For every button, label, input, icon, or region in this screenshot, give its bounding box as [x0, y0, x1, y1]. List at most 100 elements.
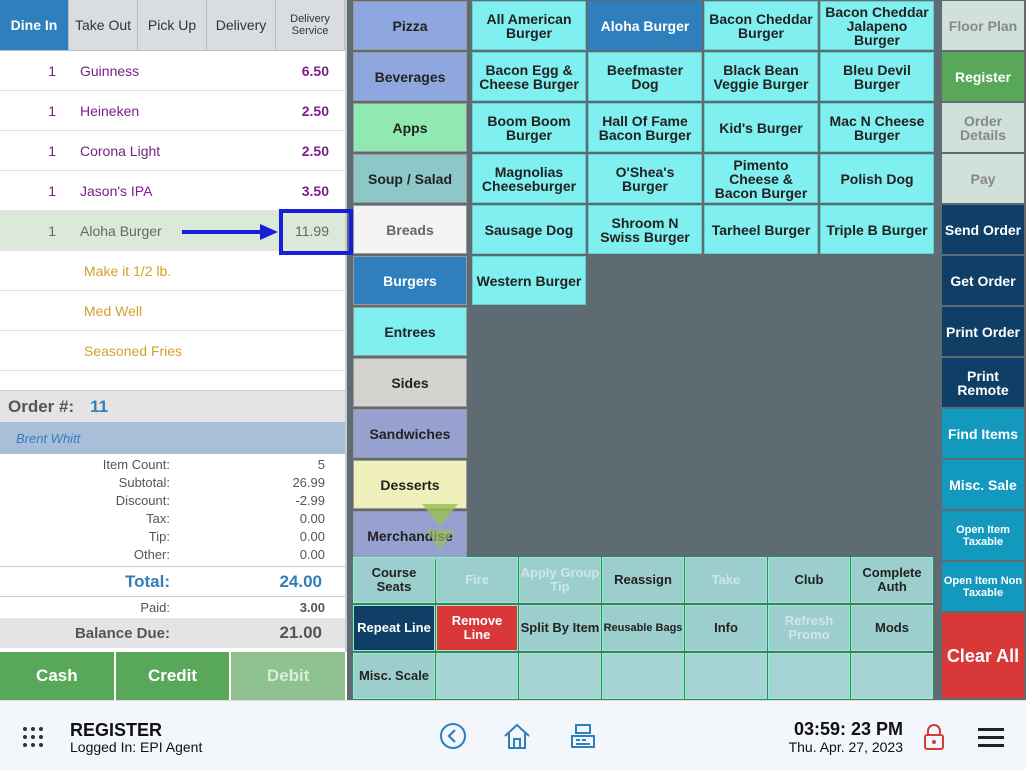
- fire-button[interactable]: Fire: [436, 557, 518, 603]
- item-price: 2.50: [301, 142, 329, 159]
- menu-item-button[interactable]: Bacon Cheddar Jalapeno Burger: [820, 1, 934, 50]
- menu-item-button[interactable]: All American Burger: [472, 1, 586, 50]
- apply-group-tip-button[interactable]: Apply Group Tip: [519, 557, 601, 603]
- menu-item-button[interactable]: Kid's Burger: [704, 103, 818, 152]
- cash-register-icon[interactable]: [568, 721, 598, 751]
- order-item-row[interactable]: 1 Heineken 2.50: [0, 91, 345, 131]
- payment-buttons: Cash Credit Debit: [0, 652, 348, 700]
- back-icon[interactable]: [438, 721, 468, 751]
- cash-button[interactable]: Cash: [0, 652, 116, 700]
- category-breads[interactable]: Breads: [353, 205, 467, 254]
- refresh-promo-button[interactable]: Refresh Promo: [768, 605, 850, 651]
- complete-auth-button[interactable]: Complete Auth: [851, 557, 933, 603]
- category-entrees[interactable]: Entrees: [353, 307, 467, 356]
- order-panel: Dine In Take Out Pick Up Delivery Delive…: [0, 0, 348, 700]
- reusable-bags-button[interactable]: Reusable Bags: [602, 605, 684, 651]
- menu-item-button[interactable]: Pimento Cheese & Bacon Burger: [704, 154, 818, 203]
- menu-item-button[interactable]: Tarheel Burger: [704, 205, 818, 254]
- category-soup-salad[interactable]: Soup / Salad: [353, 154, 467, 203]
- course-seats-button[interactable]: Course Seats: [353, 557, 435, 603]
- reassign-button[interactable]: Reassign: [602, 557, 684, 603]
- empty-action-slot: [768, 653, 850, 699]
- menu-item-button[interactable]: Aloha Burger: [588, 1, 702, 50]
- apps-grid-icon[interactable]: [22, 726, 44, 748]
- menu-item-button[interactable]: Mac N Cheese Burger: [820, 103, 934, 152]
- lock-icon[interactable]: [922, 723, 946, 751]
- register-button[interactable]: Register: [942, 52, 1024, 101]
- menu-item-button[interactable]: Triple B Burger: [820, 205, 934, 254]
- misc-scale-button[interactable]: Misc. Scale: [353, 653, 435, 699]
- debit-button[interactable]: Debit: [231, 652, 348, 700]
- info-button[interactable]: Info: [685, 605, 767, 651]
- item-qty: 1: [48, 142, 56, 159]
- home-icon[interactable]: [502, 721, 532, 751]
- menu-item-button[interactable]: Beefmaster Dog: [588, 52, 702, 101]
- category-desserts[interactable]: Desserts: [353, 460, 467, 509]
- print-order-button[interactable]: Print Order: [942, 307, 1024, 356]
- tab-delivery[interactable]: Delivery: [207, 0, 276, 51]
- category-beverages[interactable]: Beverages: [353, 52, 467, 101]
- remove-line-button[interactable]: Remove Line: [436, 605, 518, 651]
- clear-all-button[interactable]: Clear All: [942, 613, 1024, 698]
- menu-item-button[interactable]: Bacon Egg & Cheese Burger: [472, 52, 586, 101]
- paid-label: Paid:: [140, 600, 170, 615]
- take-button[interactable]: Take: [685, 557, 767, 603]
- tab-take-out[interactable]: Take Out: [69, 0, 138, 51]
- print-remote-button[interactable]: Print Remote: [942, 358, 1024, 407]
- menu-item-button[interactable]: Bacon Cheddar Burger: [704, 1, 818, 50]
- misc-sale-button[interactable]: Misc. Sale: [942, 460, 1024, 509]
- menu-item-button[interactable]: Shroom N Swiss Burger: [588, 205, 702, 254]
- club-button[interactable]: Club: [768, 557, 850, 603]
- send-order-button[interactable]: Send Order: [942, 205, 1024, 254]
- pay-button[interactable]: Pay: [942, 154, 1024, 203]
- category-burgers[interactable]: Burgers: [353, 256, 467, 305]
- order-modifier-row[interactable]: Make it 1/2 lb.: [0, 251, 345, 291]
- order-item-row[interactable]: 1 Jason's IPA 3.50: [0, 171, 345, 211]
- menu-item-button[interactable]: Polish Dog: [820, 154, 934, 203]
- category-pizza[interactable]: Pizza: [353, 1, 467, 50]
- item-qty: 1: [48, 182, 56, 199]
- totals-row: Discount: -2.99: [0, 493, 345, 511]
- repeat-line-button[interactable]: Repeat Line: [353, 605, 435, 651]
- open-item-taxable-button[interactable]: Open Item Taxable: [942, 511, 1024, 560]
- mods-button[interactable]: Mods: [851, 605, 933, 651]
- tab-delivery-service[interactable]: Delivery Service: [276, 0, 345, 51]
- floor-plan-button[interactable]: Floor Plan: [942, 1, 1024, 50]
- tab-dine-in[interactable]: Dine In: [0, 0, 69, 51]
- order-number-label: Order #:: [8, 396, 75, 416]
- get-order-button[interactable]: Get Order: [942, 256, 1024, 305]
- item-price: 2.50: [301, 102, 329, 119]
- order-item-row[interactable]: 1 Corona Light 2.50: [0, 131, 345, 171]
- item-qty: 1: [48, 222, 56, 239]
- category-sandwiches[interactable]: Sandwiches: [353, 409, 467, 458]
- menu-item-button[interactable]: Bleu Devil Burger: [820, 52, 934, 101]
- credit-button[interactable]: Credit: [115, 652, 232, 700]
- menu-item-button[interactable]: Black Bean Veggie Burger: [704, 52, 818, 101]
- item-name: Corona Light: [80, 142, 161, 159]
- totals-row: Tip: 0.00: [0, 529, 345, 547]
- scroll-down-icon[interactable]: [422, 504, 458, 550]
- order-item-row[interactable]: 1 Guinness 6.50: [0, 51, 345, 91]
- category-sides[interactable]: Sides: [353, 358, 467, 407]
- order-modifier-row[interactable]: Med Well: [0, 291, 345, 331]
- tab-pick-up[interactable]: Pick Up: [138, 0, 207, 51]
- totals-summary: Item Count: 5 Subtotal: 26.99 Discount: -2.…: [0, 454, 345, 566]
- find-items-button[interactable]: Find Items: [942, 409, 1024, 458]
- open-item-non-taxable-button[interactable]: Open Item Non Taxable: [942, 562, 1024, 611]
- menu-item-button[interactable]: Hall Of Fame Bacon Burger: [588, 103, 702, 152]
- order-modifier-row[interactable]: Seasoned Fries: [0, 331, 345, 371]
- customer-name[interactable]: Brent Whitt: [0, 422, 345, 454]
- totals-row: Subtotal: 26.99: [0, 475, 345, 493]
- hamburger-menu-icon[interactable]: [978, 726, 1004, 748]
- menu-item-button[interactable]: O'Shea's Burger: [588, 154, 702, 203]
- category-apps[interactable]: Apps: [353, 103, 467, 152]
- annotation-arrow-icon: [182, 224, 278, 240]
- empty-action-slot: [602, 653, 684, 699]
- pos-app: Dine In Take Out Pick Up Delivery Delive…: [0, 0, 1026, 770]
- menu-item-button[interactable]: Magnolias Cheeseburger: [472, 154, 586, 203]
- menu-item-button[interactable]: Sausage Dog: [472, 205, 586, 254]
- split-by-item-button[interactable]: Split By Item: [519, 605, 601, 651]
- menu-item-button[interactable]: Boom Boom Burger: [472, 103, 586, 152]
- menu-item-button[interactable]: Western Burger: [472, 256, 586, 305]
- order-details-button[interactable]: Order Details: [942, 103, 1024, 152]
